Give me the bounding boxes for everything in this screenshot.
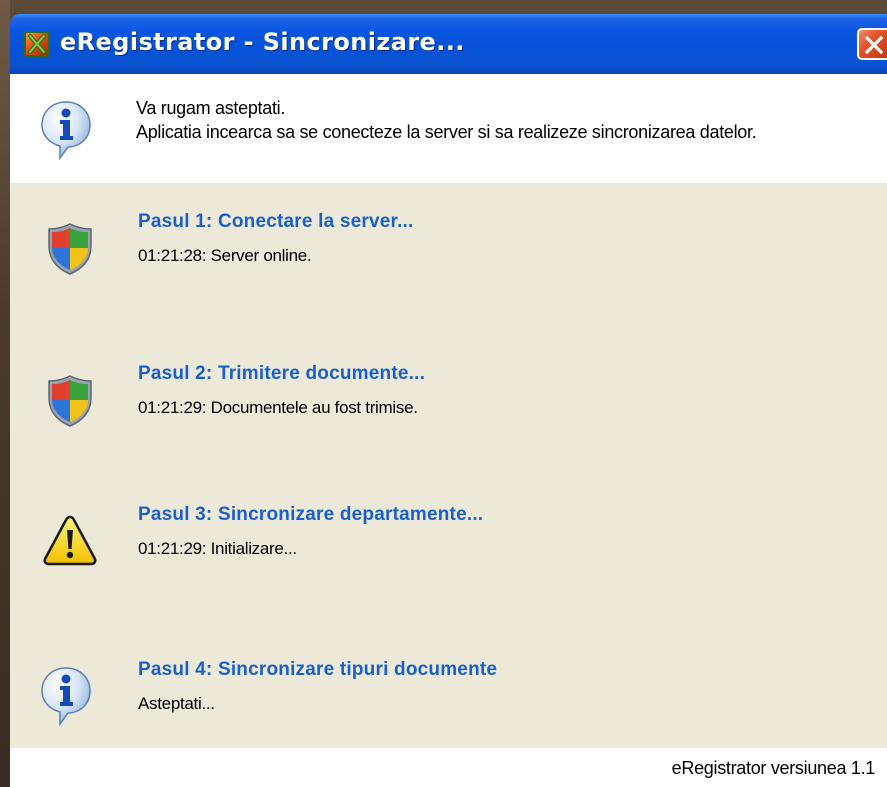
header-message-line2: Aplicatia incearca sa se conecteze la se…	[136, 122, 757, 142]
sync-dialog-window: eRegistrator - Sincronizare... Va rugam …	[0, 0, 887, 787]
step-title: Pasul 2: Trimitere documente...	[138, 363, 426, 384]
desktop-background	[0, 0, 10, 787]
steps-panel: Pasul 1: Conectare la server... 01:21:28…	[10, 183, 887, 748]
version-label: eRegistrator versiunea 1.1	[671, 758, 876, 778]
step-3: Pasul 3: Sincronizare departamente... 01…	[10, 499, 887, 579]
info-icon	[40, 666, 100, 727]
title-bar[interactable]: eRegistrator - Sincronizare...	[10, 14, 887, 74]
warning-icon	[40, 511, 100, 571]
status-footer: eRegistrator versiunea 1.1	[10, 748, 887, 787]
security-shield-icon	[40, 370, 100, 430]
step-status: Asteptati...	[138, 694, 215, 713]
step-title: Pasul 4: Sincronizare tipuri documente	[138, 659, 498, 680]
info-header: Va rugam asteptati. Aplicatia incearca s…	[10, 74, 887, 183]
close-icon	[864, 35, 884, 55]
step-status: 01:21:28: Server online.	[138, 246, 312, 265]
step-1: Pasul 1: Conectare la server... 01:21:28…	[10, 206, 887, 286]
dialog-client-area: Va rugam asteptati. Aplicatia incearca s…	[10, 74, 887, 787]
info-icon	[40, 100, 92, 165]
window-title: eRegistrator - Sincronizare...	[60, 28, 465, 56]
step-4: Pasul 4: Sincronizare tipuri documente A…	[10, 654, 887, 734]
step-2: Pasul 2: Trimitere documente... 01:21:29…	[10, 358, 887, 438]
step-title: Pasul 1: Conectare la server...	[138, 211, 414, 232]
step-title: Pasul 3: Sincronizare departamente...	[138, 504, 484, 525]
eregistrator-app-icon[interactable]	[24, 31, 50, 57]
close-button[interactable]	[857, 28, 887, 60]
security-shield-icon	[40, 218, 100, 278]
header-message-line1: Va rugam asteptati.	[136, 98, 286, 118]
step-status: 01:21:29: Initializare...	[138, 539, 297, 558]
step-status: 01:21:29: Documentele au fost trimise.	[138, 398, 418, 417]
